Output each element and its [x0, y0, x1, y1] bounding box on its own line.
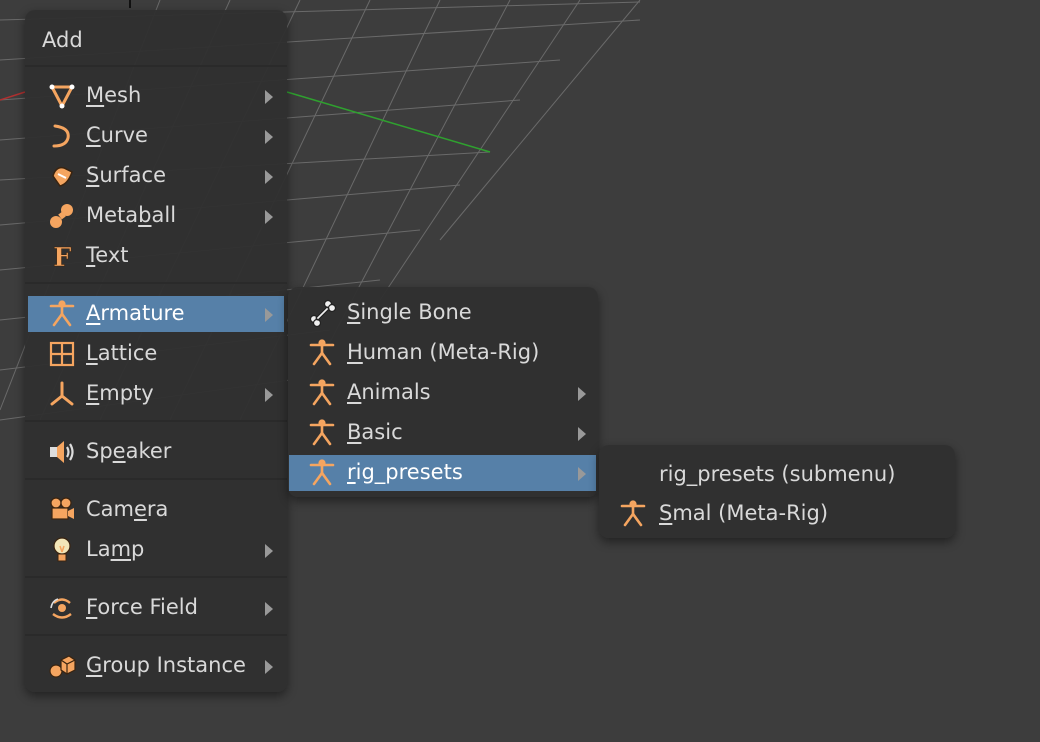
- menu-item-empty[interactable]: Empty: [28, 376, 284, 412]
- submenu-arrow-icon: [576, 424, 588, 442]
- menu-item-label: Camera: [86, 497, 169, 521]
- camera-icon: [47, 495, 77, 525]
- menu-item-label: Human (Meta-Rig): [347, 340, 540, 364]
- menu-item-label: Speaker: [86, 439, 172, 463]
- svg-text:F: F: [53, 243, 72, 270]
- menu-item-label: Curve: [86, 123, 148, 147]
- submenu-arrow-icon: [263, 657, 275, 675]
- submenu-arrow-icon: [263, 599, 275, 617]
- lamp-icon: [47, 535, 77, 565]
- menu-separator: [25, 65, 287, 67]
- submenu-arrow-icon: [576, 384, 588, 402]
- speaker-icon: [47, 437, 77, 467]
- empty-icon: [47, 379, 77, 409]
- menu-separator: [25, 420, 287, 422]
- menu-separator: [25, 282, 287, 284]
- menu-separator: [25, 634, 287, 636]
- force-field-icon: [47, 593, 77, 623]
- submenu-arrow-icon: [263, 385, 275, 403]
- menu-item-label: Text: [86, 243, 129, 267]
- menu-item-lattice[interactable]: Lattice: [28, 336, 284, 372]
- armature-icon: [47, 299, 77, 329]
- menu-title: Add: [42, 28, 83, 52]
- armature-icon: [618, 499, 648, 529]
- surface-icon: [47, 161, 77, 191]
- armature-icon: [307, 418, 337, 448]
- menu-item-animals[interactable]: Animals: [289, 375, 596, 411]
- curve-icon: [47, 121, 77, 151]
- menu-item-label: Single Bone: [347, 300, 472, 324]
- lattice-icon: [47, 339, 77, 369]
- menu-item-single-bone[interactable]: Single Bone: [289, 295, 596, 331]
- text-icon: F: [47, 241, 77, 271]
- menu-item-label: Empty: [86, 381, 154, 405]
- submenu-arrow-icon: [263, 167, 275, 185]
- menu-item-basic[interactable]: Basic: [289, 415, 596, 451]
- menu-item-group-instance[interactable]: Group Instance: [28, 648, 284, 684]
- menu-item-label: Mesh: [86, 83, 142, 107]
- menu-separator: [25, 478, 287, 480]
- menu-item-lamp[interactable]: Lamp: [28, 532, 284, 568]
- armature-icon: [307, 458, 337, 488]
- armature-icon: [307, 378, 337, 408]
- menu-item-label: Lattice: [86, 341, 158, 365]
- submenu-arrow-icon: [576, 464, 588, 482]
- menu-item-force-field[interactable]: Force Field: [28, 590, 284, 626]
- menu-item-speaker[interactable]: Speaker: [28, 434, 284, 470]
- submenu-arrow-icon: [263, 207, 275, 225]
- add-menu: Add Mesh Curve Surface Metaball F Text Armatur…: [25, 10, 287, 692]
- menu-item-curve[interactable]: Curve: [28, 118, 284, 154]
- menu-item-label: Force Field: [86, 595, 198, 619]
- menu-item-smal-meta-rig[interactable]: Smal (Meta-Rig): [600, 496, 954, 532]
- submenu-arrow-icon: [263, 305, 275, 323]
- menu-item-human-meta-rig[interactable]: Human (Meta-Rig): [289, 335, 596, 371]
- menu-item-label: Surface: [86, 163, 167, 187]
- menu-item-label: Metaball: [86, 203, 177, 227]
- menu-item-label: rig_presets: [347, 460, 463, 484]
- menu-item-label: Smal (Meta-Rig): [659, 501, 829, 525]
- menu-item-camera[interactable]: Camera: [28, 492, 284, 528]
- armature-submenu: Single Bone Human (Meta-Rig) Animals Basic r…: [288, 287, 598, 497]
- menu-item-surface[interactable]: Surface: [28, 158, 284, 194]
- rig-presets-submenu: rig_presets (submenu) Smal (Meta-Rig): [599, 445, 955, 538]
- menu-item-label: Lamp: [86, 537, 145, 561]
- menu-item-rig-presets[interactable]: rig_presets: [289, 455, 596, 491]
- menu-item-armature[interactable]: Armature: [28, 296, 284, 332]
- menu-item-metaball[interactable]: Metaball: [28, 198, 284, 234]
- menu-item-text[interactable]: F Text: [28, 238, 284, 274]
- bone-icon: [307, 298, 337, 328]
- submenu-arrow-icon: [263, 127, 275, 145]
- mesh-icon: [47, 81, 77, 111]
- menu-item-mesh[interactable]: Mesh: [28, 78, 284, 114]
- menu-item-label: Armature: [86, 301, 185, 325]
- menu-item-label: Group Instance: [86, 653, 246, 677]
- submenu-arrow-icon: [263, 87, 275, 105]
- submenu-arrow-icon: [263, 541, 275, 559]
- menu-item-label: Basic: [347, 420, 403, 444]
- menu-item-label: Animals: [347, 380, 431, 404]
- group-instance-icon: [47, 651, 77, 681]
- armature-icon: [307, 338, 337, 368]
- metaball-icon: [47, 201, 77, 231]
- menu-separator: [25, 576, 287, 578]
- submenu-title: rig_presets (submenu): [659, 462, 896, 486]
